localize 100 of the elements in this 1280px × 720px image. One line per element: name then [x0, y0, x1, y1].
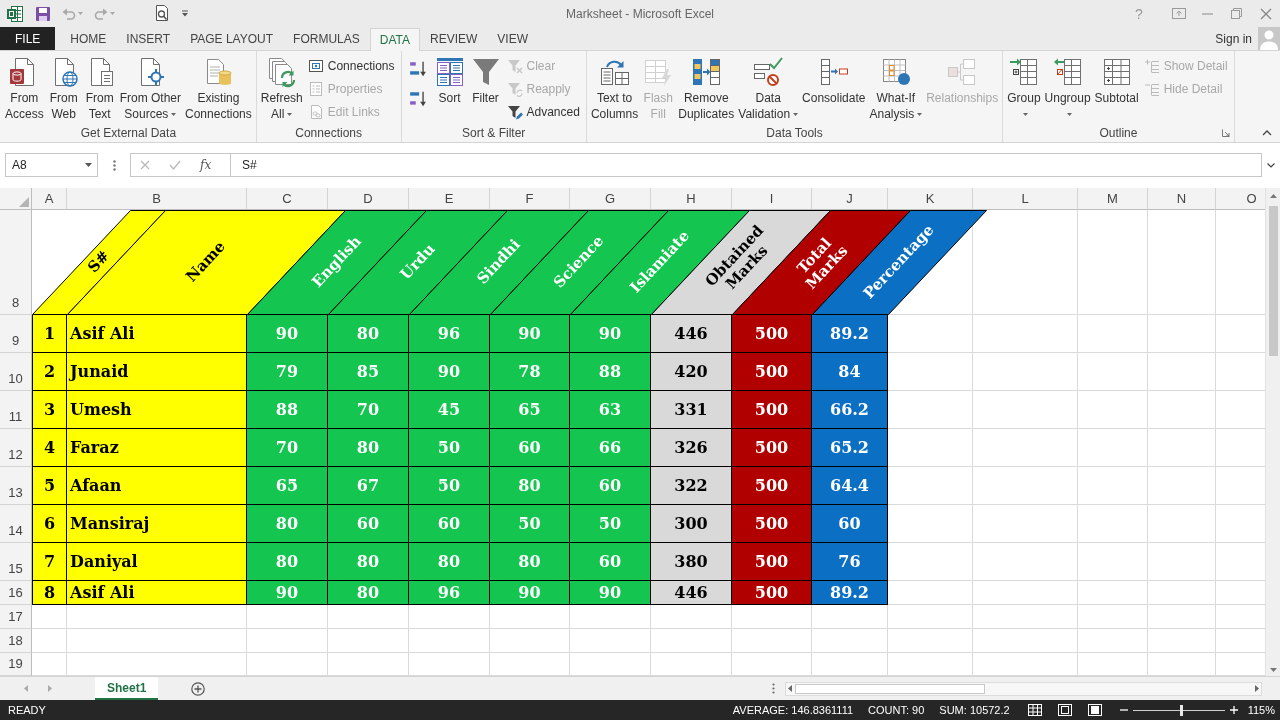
scrollbar-thumb[interactable]: [1268, 206, 1278, 356]
ribbon-button[interactable]: Ungroup: [1042, 54, 1093, 124]
table-cell: 80: [328, 315, 409, 353]
zoom-slider-thumb[interactable]: [1180, 704, 1184, 716]
restore-icon[interactable]: [1231, 8, 1242, 19]
insert-function-button[interactable]: fx: [200, 158, 212, 172]
print-preview-icon[interactable]: [154, 5, 170, 22]
customize-menu-icon[interactable]: [181, 10, 189, 17]
formula-field[interactable]: S#: [230, 153, 1262, 177]
ribbon-display-options-icon[interactable]: [1171, 8, 1186, 19]
row-header[interactable]: 13: [0, 467, 32, 505]
column-header[interactable]: J: [812, 188, 888, 210]
column-header[interactable]: E: [409, 188, 490, 210]
column-header[interactable]: H: [651, 188, 732, 210]
ribbon-button[interactable]: From Web: [45, 54, 82, 124]
ribbon-button[interactable]: Refresh All: [258, 54, 305, 124]
ribbon-command[interactable]: Connections: [304, 54, 399, 77]
column-header[interactable]: G: [570, 188, 651, 210]
ribbon-button[interactable]: Text to Columns: [588, 54, 641, 124]
row-header[interactable]: 19: [0, 653, 32, 676]
ribbon-tab[interactable]: FORMULAS: [283, 27, 370, 50]
ribbon-button[interactable]: Subtotal: [1092, 54, 1141, 124]
scrollbar-thumb[interactable]: [795, 683, 985, 694]
page-layout-view-icon[interactable]: [1057, 704, 1072, 716]
ribbon-tab[interactable]: PAGE LAYOUT: [180, 27, 284, 50]
table-cell: 80: [328, 543, 409, 581]
caret-icon[interactable]: [1267, 162, 1275, 168]
ribbon-button[interactable]: From Access: [3, 54, 46, 124]
table-cell: 90: [570, 581, 651, 605]
table-cell: 85: [328, 353, 409, 391]
ribbon-button[interactable]: Sort: [431, 54, 468, 124]
column-header[interactable]: O: [1216, 188, 1265, 210]
row-header[interactable]: 18: [0, 629, 32, 653]
file-tab[interactable]: FILE: [0, 27, 56, 50]
ribbon-button[interactable]: Filter: [467, 54, 504, 124]
ribbon-button[interactable]: Consolidate: [800, 54, 868, 124]
column-header[interactable]: N: [1148, 188, 1216, 210]
zoom-in-icon[interactable]: [1229, 706, 1238, 714]
ribbon-tab[interactable]: HOME: [60, 27, 117, 50]
vertical-scrollbar[interactable]: [1265, 188, 1280, 676]
column-header[interactable]: D: [328, 188, 409, 210]
ribbon-tab[interactable]: REVIEW: [420, 27, 488, 50]
table-cell: 90: [570, 315, 651, 353]
ribbon-button[interactable]: From Text: [81, 54, 118, 124]
column-header[interactable]: A: [32, 188, 67, 210]
dots-icon[interactable]: [113, 159, 116, 171]
ribbon-button[interactable]: What-If Analysis: [867, 54, 925, 124]
name-box[interactable]: A8: [5, 153, 98, 177]
row-header[interactable]: 16: [0, 581, 32, 605]
column-header[interactable]: F: [490, 188, 570, 210]
ribbon-button[interactable]: Remove Duplicates: [676, 54, 737, 124]
column-header[interactable]: I: [732, 188, 812, 210]
ribbon-button[interactable]: Group: [1005, 54, 1043, 124]
row-header[interactable]: 11: [0, 391, 32, 429]
ribbon-tab[interactable]: INSERT: [116, 27, 181, 50]
column-header[interactable]: L: [973, 188, 1078, 210]
add-sheet-icon[interactable]: [191, 681, 206, 696]
table-cell: 90: [490, 581, 570, 605]
table-cell: 50: [490, 505, 570, 543]
scroll-right-icon[interactable]: [1255, 685, 1259, 692]
row-header[interactable]: 8: [0, 210, 32, 315]
table-cell: Junaid: [67, 353, 247, 391]
dialog-launcher-icon[interactable]: [1221, 129, 1230, 137]
sign-in-link[interactable]: Sign in: [1215, 31, 1252, 46]
sheet-tab[interactable]: Sheet1: [95, 677, 159, 700]
close-icon[interactable]: [1259, 7, 1272, 20]
collapse-icon[interactable]: [1262, 130, 1272, 136]
scroll-left-icon[interactable]: [788, 685, 792, 692]
row-header[interactable]: 17: [0, 605, 32, 629]
spreadsheet-app-icon[interactable]: [6, 4, 24, 23]
page-break-view-icon[interactable]: [1087, 704, 1102, 716]
column-header[interactable]: C: [247, 188, 328, 210]
column-header[interactable]: B: [67, 188, 247, 210]
zoom-level[interactable]: 115%: [1247, 704, 1275, 716]
save-icon[interactable]: [35, 5, 51, 22]
row-header[interactable]: 14: [0, 505, 32, 543]
ribbon-tab[interactable]: DATA: [369, 28, 420, 51]
row-header[interactable]: 10: [0, 353, 32, 391]
caret-icon[interactable]: [85, 163, 92, 167]
ribbon-command[interactable]: Advanced: [503, 100, 584, 123]
check-icon[interactable]: [169, 160, 181, 170]
row-header[interactable]: 15: [0, 543, 32, 581]
ribbon-button[interactable]: Existing Connections: [183, 54, 254, 124]
table-cell: 64.4: [812, 467, 888, 505]
ribbon-button[interactable]: From Other Sources: [117, 54, 184, 124]
horizontal-scrollbar[interactable]: [785, 681, 1262, 696]
normal-view-icon[interactable]: [1027, 704, 1042, 716]
table-cell: 80: [328, 429, 409, 467]
ribbon-tab[interactable]: VIEW: [487, 27, 538, 50]
column-header[interactable]: M: [1078, 188, 1148, 210]
table-cell: 500: [732, 467, 812, 505]
row-header[interactable]: 12: [0, 429, 32, 467]
ribbon-button[interactable]: Data Validation: [736, 54, 801, 124]
row-header[interactable]: 9: [0, 315, 32, 353]
empty-cell: [1078, 429, 1148, 467]
scroll-up-icon[interactable]: [1269, 194, 1277, 198]
dots-icon[interactable]: [772, 683, 775, 694]
table-cell: 6: [32, 505, 67, 543]
column-header[interactable]: K: [888, 188, 973, 210]
scroll-down-icon[interactable]: [1269, 668, 1277, 672]
